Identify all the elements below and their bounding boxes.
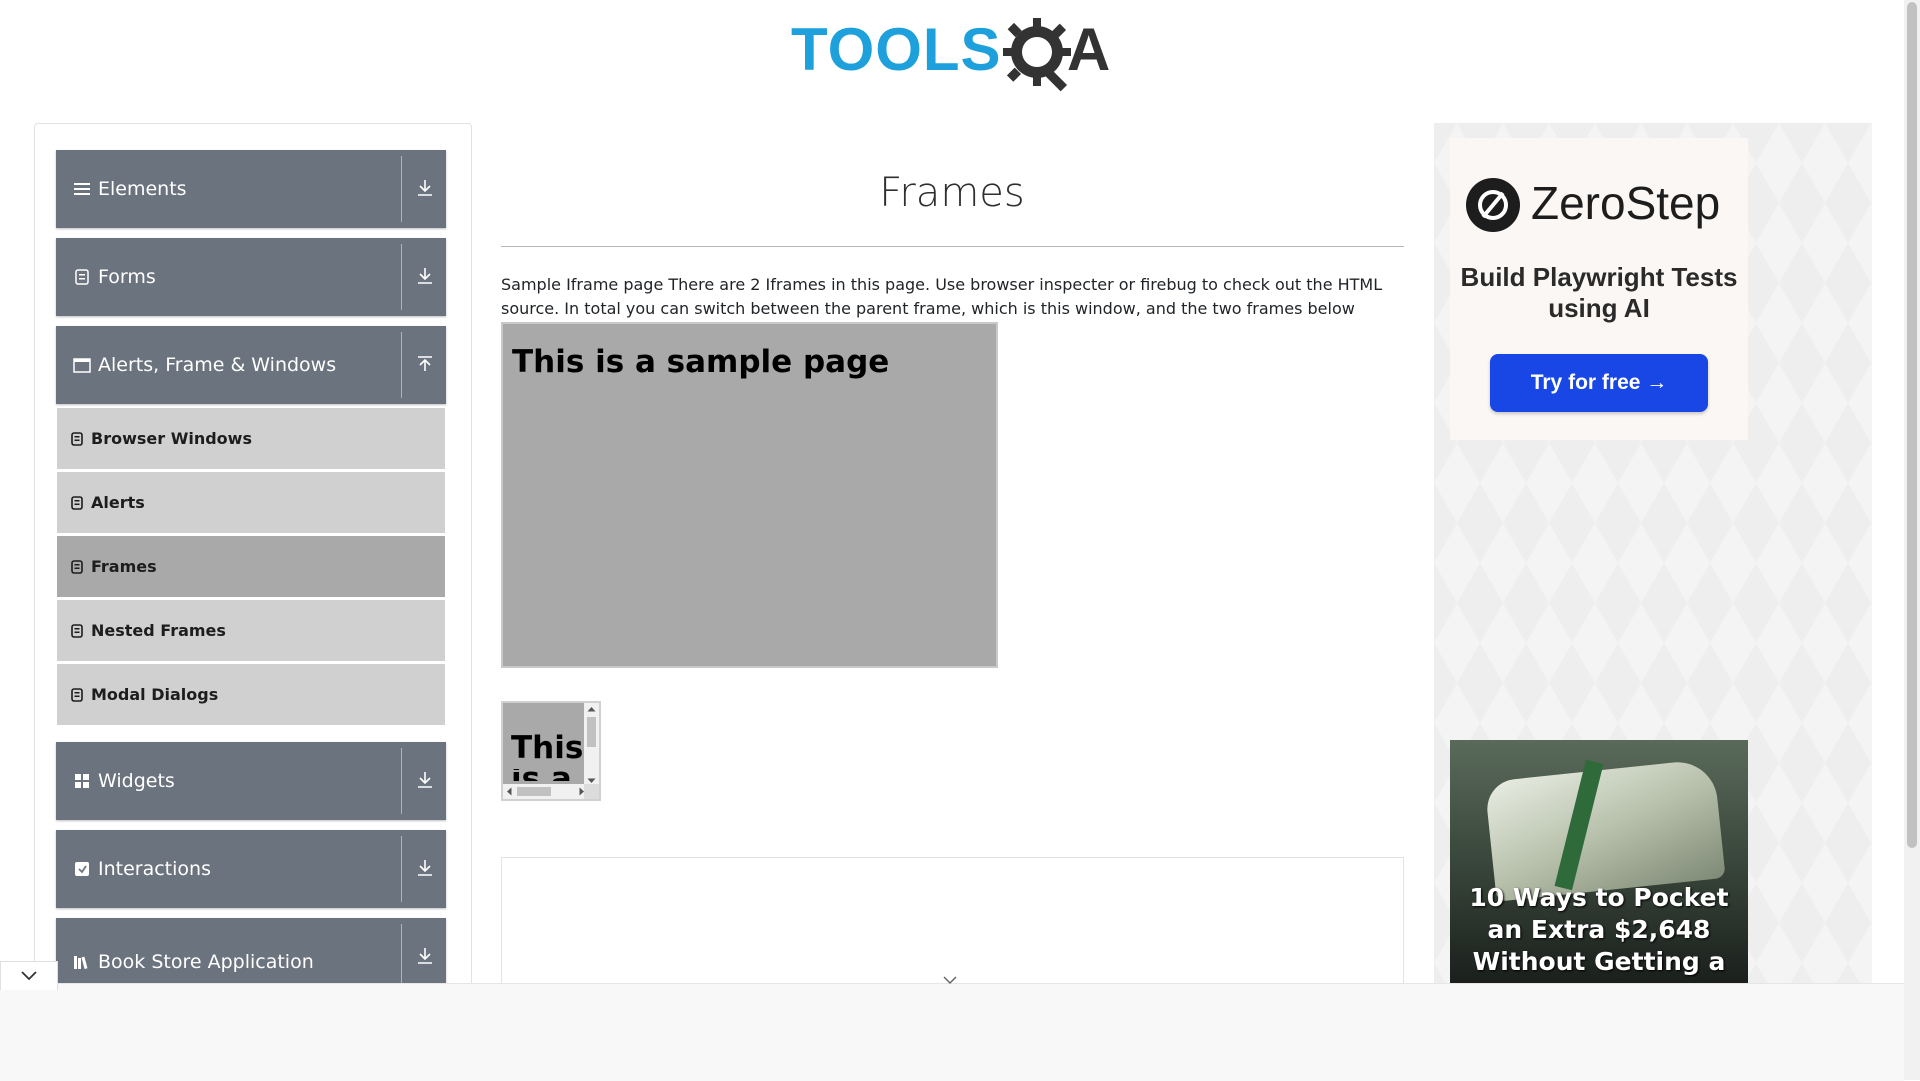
group-label: Book Store Application — [98, 950, 314, 973]
group-header-forms[interactable]: Forms — [56, 238, 446, 316]
frame-heading: This is a sample page — [512, 344, 890, 380]
window-icon — [72, 355, 92, 375]
scroll-up-icon[interactable] — [587, 706, 596, 712]
money-ad[interactable]: 10 Ways to Pocket an Extra $2,648 Withou… — [1450, 740, 1748, 985]
page-scrollbar[interactable] — [1904, 0, 1920, 1080]
form-icon — [72, 267, 92, 287]
group-header-widgets[interactable]: Widgets — [56, 742, 446, 820]
title-divider — [501, 246, 1404, 247]
toolsqa-logo[interactable]: TOOLS A — [791, 14, 1115, 94]
cash-stack-image — [1484, 758, 1726, 902]
download-arrow-icon — [418, 948, 432, 964]
group-header-alerts-frame-windows[interactable]: Alerts, Frame & Windows — [56, 326, 446, 404]
download-arrow-icon — [418, 180, 432, 196]
iframe-small[interactable]: This is a — [501, 701, 601, 801]
menu-item-label: Browser Windows — [91, 429, 252, 448]
menu-item-label: Modal Dialogs — [91, 685, 219, 704]
group-label: Interactions — [98, 858, 211, 880]
group-header-elements[interactable]: Elements — [56, 150, 446, 228]
money-ad-headline: 10 Ways to Pocket an Extra $2,648 Withou… — [1469, 883, 1729, 985]
download-arrow-icon — [418, 860, 432, 876]
interaction-icon — [72, 859, 92, 879]
group-header-interactions[interactable]: Interactions — [56, 830, 446, 908]
frame-vertical-scrollbar[interactable] — [584, 703, 599, 788]
group-label: Elements — [98, 178, 187, 200]
menu-item-nested-frames[interactable]: Nested Frames — [57, 600, 445, 662]
chevron-down-icon[interactable] — [942, 974, 958, 986]
list-item-icon — [71, 431, 83, 446]
try-for-free-button[interactable]: Try for free → — [1490, 354, 1708, 412]
list-item-icon — [71, 687, 83, 702]
menu-item-label: Nested Frames — [91, 621, 226, 640]
collapse-ad-button[interactable] — [0, 961, 58, 990]
zerostep-name: ZeroStep — [1531, 177, 1721, 229]
scroll-left-icon[interactable] — [506, 787, 512, 796]
group-label: Forms — [98, 266, 156, 288]
grid-icon — [72, 771, 92, 791]
menu-item-browser-windows[interactable]: Browser Windows — [57, 408, 445, 470]
group-label: Alerts, Frame & Windows — [98, 354, 337, 376]
list-item-icon — [71, 495, 83, 510]
frame-heading: This — [511, 730, 584, 766]
list-item-icon — [71, 559, 83, 574]
menu-item-modal-dialogs[interactable]: Modal Dialogs — [57, 664, 445, 726]
iframe-large[interactable]: This is a sample page — [501, 322, 998, 668]
page-scroll-thumb[interactable] — [1907, 2, 1917, 848]
menu-item-label: Alerts — [91, 493, 145, 512]
intro-text: Sample Iframe page There are 2 Iframes i… — [501, 275, 1383, 318]
page-title: Frames — [879, 170, 1025, 216]
download-arrow-icon — [418, 772, 432, 788]
upload-arrow-icon — [418, 356, 432, 371]
menu-item-alerts[interactable]: Alerts — [57, 472, 445, 534]
menu-item-label: Frames — [91, 557, 157, 576]
frame-horizontal-scrollbar[interactable] — [503, 784, 588, 799]
books-icon — [72, 952, 92, 972]
download-arrow-icon — [418, 268, 432, 284]
logo-wordmark: TOOLS — [791, 16, 1002, 83]
bottom-ad-strip — [0, 983, 1904, 1081]
group-header-book-store[interactable]: Book Store Application — [56, 918, 446, 983]
logo-letter-a: A — [1067, 16, 1111, 83]
frame-heading-continued: is a — [511, 769, 572, 781]
group-label: Widgets — [98, 770, 175, 792]
scroll-thumb[interactable] — [517, 787, 551, 796]
menu-icon — [72, 179, 92, 199]
chevron-down-icon — [21, 971, 37, 981]
list-item-icon — [71, 623, 83, 638]
zerostep-logo-icon — [1466, 178, 1520, 232]
menu-item-frames[interactable]: Frames — [57, 536, 445, 598]
zerostep-tagline: Build Playwright Tests using AI — [1460, 262, 1738, 323]
scroll-thumb[interactable] — [587, 717, 596, 747]
